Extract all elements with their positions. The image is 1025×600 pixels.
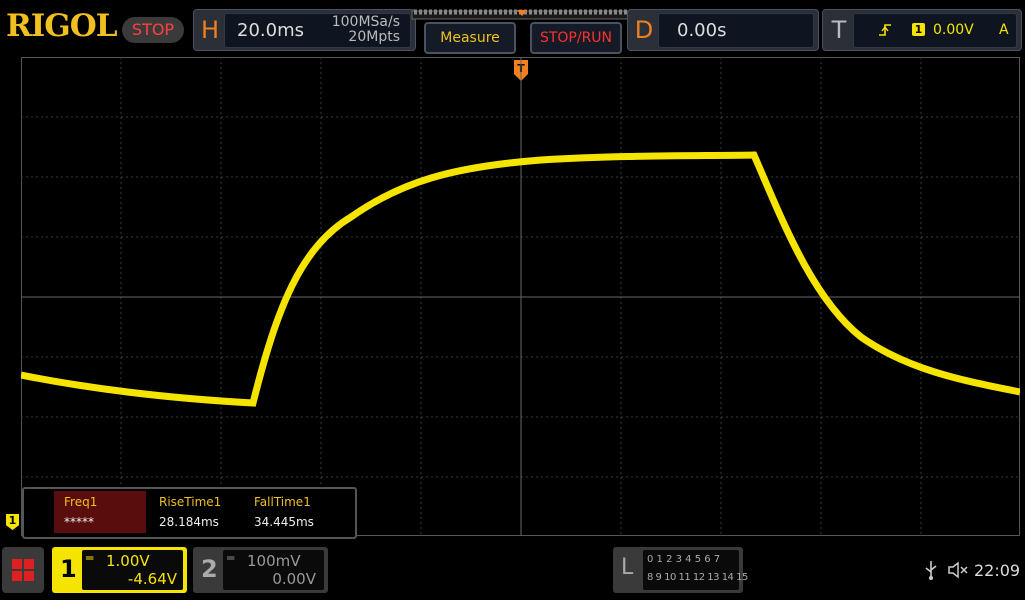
run-status-badge[interactable]: STOP <box>122 17 184 43</box>
dc-coupling-icon: ═ <box>227 551 235 565</box>
logic-channels-high: 8 9 10 11 12 13 14 15 <box>647 572 748 583</box>
trigger-mode: A <box>999 22 1009 38</box>
meas-rise-value: 28.184ms <box>159 515 219 529</box>
trigger-panel[interactable]: T 1 0.00V A <box>822 9 1022 51</box>
logic-panel[interactable]: L 0 1 2 3 4 5 6 7 8 9 10 11 12 13 14 15 <box>613 547 748 593</box>
trigger-letter: T <box>831 16 847 44</box>
meas-fall-label[interactable]: FallTime1 <box>254 495 311 509</box>
logic-channels-low: 0 1 2 3 4 5 6 7 <box>647 554 721 565</box>
channel2-offset: 0.00V <box>272 570 316 588</box>
clock-time: 22:09 <box>974 561 1021 580</box>
channel1-offset: -4.64V <box>127 570 177 588</box>
horizontal-panel[interactable]: H 20.0ms 100MSa/s 20Mpts <box>193 9 416 51</box>
trigger-readout: 1 0.00V A <box>853 13 1017 48</box>
measure-button[interactable]: Measure <box>424 22 516 54</box>
rising-edge-icon <box>879 24 891 36</box>
channel1-scale: 1.00V <box>106 552 150 570</box>
trigger-level: 0.00V <box>933 22 974 38</box>
channel1-marker-label: 1 <box>8 514 17 527</box>
meas-freq-value: ***** <box>64 515 94 529</box>
horizontal-readout: 20.0ms 100MSa/s 20Mpts <box>224 13 411 48</box>
speaker-muted-icon[interactable] <box>947 561 969 579</box>
menu-button[interactable] <box>2 547 44 593</box>
delay-readout: 0.00s <box>658 13 814 48</box>
channel1-readout: ═ 1.00V -4.64V <box>82 550 183 590</box>
logic-letter: L <box>621 555 634 580</box>
logic-readout: 0 1 2 3 4 5 6 7 8 9 10 11 12 13 14 15 <box>643 550 748 590</box>
memory-depth: 20Mpts <box>348 29 400 45</box>
trigger-source-badge: 1 <box>912 23 925 36</box>
memory-position-bar <box>411 9 633 20</box>
usb-icon <box>925 561 937 580</box>
measurement-panel: Freq1 ***** RiseTime1 28.184ms FallTime1… <box>22 487 357 539</box>
horizontal-letter: H <box>200 16 220 44</box>
channel1-number: 1 <box>60 555 77 583</box>
timebase-value: 20.0ms <box>237 20 304 41</box>
channel2-scale: 100mV <box>247 552 301 570</box>
delay-value: 0.00s <box>677 20 727 41</box>
meas-fall-value: 34.445ms <box>254 515 314 529</box>
grid-and-trace <box>21 57 1020 536</box>
grid-menu-icon <box>12 559 34 581</box>
channel2-readout: ═ 100mV 0.00V <box>223 550 324 590</box>
stop-run-button[interactable]: STOP/RUN <box>530 22 622 54</box>
dc-coupling-icon: ═ <box>86 551 94 565</box>
channel1-panel[interactable]: 1 ═ 1.00V -4.64V <box>52 547 187 593</box>
channel2-number: 2 <box>201 555 218 583</box>
channel2-panel[interactable]: 2 ═ 100mV 0.00V <box>193 547 328 593</box>
sample-rate: 100MSa/s <box>331 14 400 30</box>
meas-rise-label[interactable]: RiseTime1 <box>159 495 221 509</box>
meas-freq-label[interactable]: Freq1 <box>64 495 97 509</box>
delay-panel[interactable]: D 0.00s <box>627 9 819 51</box>
waveform-display[interactable] <box>21 57 1020 536</box>
rigol-logo: RIGOL <box>6 8 118 44</box>
delay-letter: D <box>634 16 654 44</box>
